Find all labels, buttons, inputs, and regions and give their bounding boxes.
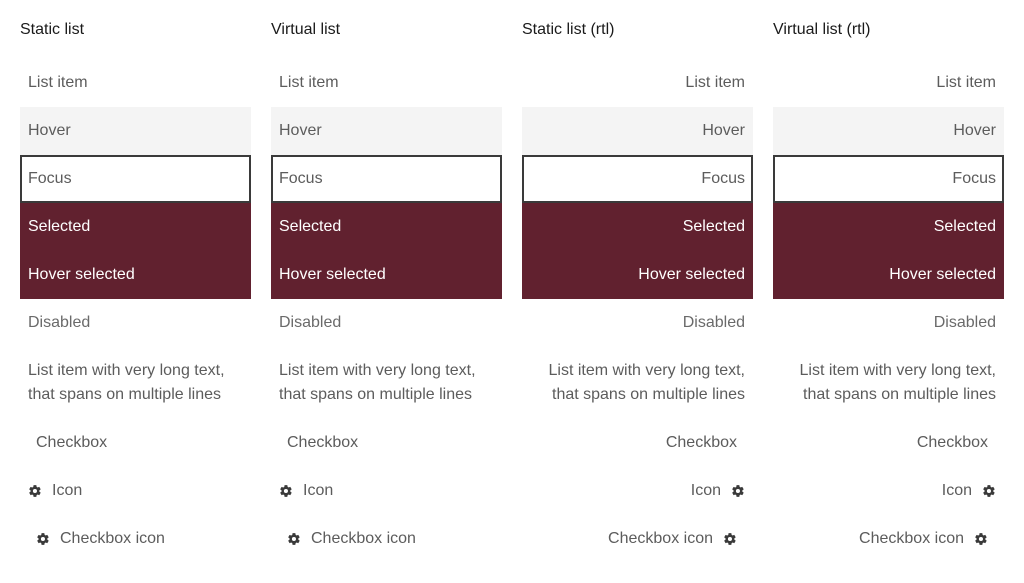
list-item-label: Selected: [279, 218, 342, 235]
list-item-disabled: Disabled: [20, 299, 251, 347]
list-item-label: Hover: [28, 122, 71, 139]
list-item-label: Icon: [303, 482, 334, 499]
list-item-selected[interactable]: Selected: [773, 203, 1004, 251]
gear-icon: [982, 484, 996, 498]
list-item-label: List item: [28, 74, 88, 91]
list-item-label: Focus: [952, 170, 996, 187]
virtual-list-rtl: List item Hover Focus Selected Hover sel…: [773, 59, 1004, 563]
list-item-label: Focus: [701, 170, 745, 187]
list-item-icon[interactable]: Icon: [522, 467, 753, 515]
gear-icon: [36, 532, 50, 546]
list-item-hover-selected[interactable]: Hover selected: [522, 251, 753, 299]
list-item-focus[interactable]: Focus: [271, 155, 502, 203]
column-title: Virtual list: [271, 21, 341, 38]
list-item-multiline[interactable]: List item with very long text, that span…: [20, 347, 251, 419]
list-item-label: List item with very long text, that span…: [799, 362, 996, 403]
list-item-hover[interactable]: Hover: [773, 107, 1004, 155]
list-item-hover[interactable]: Hover: [20, 107, 251, 155]
list-item-label: List item: [936, 74, 996, 91]
list-item-label: Disabled: [682, 314, 745, 331]
gear-icon: [287, 532, 301, 546]
gear-icon: [279, 484, 293, 498]
list-item-label: Checkbox icon: [311, 530, 416, 547]
list-item-label: Checkbox icon: [608, 530, 713, 547]
list-item-selected[interactable]: Selected: [20, 203, 251, 251]
static-list-rtl: List item Hover Focus Selected Hover sel…: [522, 59, 753, 563]
list-item-label: Hover: [953, 122, 996, 139]
list-item-label: Hover selected: [638, 266, 745, 283]
list-item-multiline[interactable]: List item with very long text, that span…: [271, 347, 502, 419]
list-item-label: Checkbox: [916, 434, 988, 451]
list-item-checkbox-icon[interactable]: Checkbox icon: [271, 515, 502, 563]
list-item-hover-selected[interactable]: Hover selected: [20, 251, 251, 299]
list-item-disabled: Disabled: [271, 299, 502, 347]
gear-icon: [731, 484, 745, 498]
list-item-multiline[interactable]: List item with very long text, that span…: [773, 347, 1004, 419]
list-item-label: Checkbox: [287, 434, 359, 451]
list-item-label: Hover selected: [28, 266, 135, 283]
list-item-default[interactable]: List item: [522, 59, 753, 107]
list-item-icon[interactable]: Icon: [773, 467, 1004, 515]
list-item-label: Focus: [279, 170, 323, 187]
list-item-checkbox-icon[interactable]: Checkbox icon: [20, 515, 251, 563]
static-list: List item Hover Focus Selected Hover sel…: [20, 59, 251, 563]
list-item-default[interactable]: List item: [20, 59, 251, 107]
list-item-selected[interactable]: Selected: [522, 203, 753, 251]
list-item-default[interactable]: List item: [773, 59, 1004, 107]
list-item-label: Selected: [682, 218, 745, 235]
gear-icon: [723, 532, 737, 546]
list-item-label: Disabled: [933, 314, 996, 331]
list-item-hover-selected[interactable]: Hover selected: [773, 251, 1004, 299]
list-item-label: Icon: [941, 482, 972, 499]
list-item-hover[interactable]: Hover: [271, 107, 502, 155]
list-item-hover-selected[interactable]: Hover selected: [271, 251, 502, 299]
list-item-label: Icon: [52, 482, 83, 499]
list-item-label: Checkbox icon: [60, 530, 165, 547]
list-item-label: Hover: [702, 122, 745, 139]
list-item-label: Icon: [690, 482, 721, 499]
list-item-checkbox[interactable]: Checkbox: [20, 419, 251, 467]
list-item-multiline[interactable]: List item with very long text, that span…: [522, 347, 753, 419]
list-item-checkbox-icon[interactable]: Checkbox icon: [773, 515, 1004, 563]
list-item-disabled: Disabled: [773, 299, 1004, 347]
list-item-focus[interactable]: Focus: [773, 155, 1004, 203]
list-item-checkbox-icon[interactable]: Checkbox icon: [522, 515, 753, 563]
list-item-label: Checkbox: [36, 434, 108, 451]
list-item-label: Hover: [279, 122, 322, 139]
list-item-label: Selected: [28, 218, 91, 235]
list-item-label: Hover selected: [279, 266, 386, 283]
virtual-list: List item Hover Focus Selected Hover sel…: [271, 59, 502, 563]
list-item-icon[interactable]: Icon: [271, 467, 502, 515]
column-title: Static list: [20, 21, 85, 38]
list-item-disabled: Disabled: [522, 299, 753, 347]
list-item-checkbox[interactable]: Checkbox: [773, 419, 1004, 467]
list-item-icon[interactable]: Icon: [20, 467, 251, 515]
list-item-selected[interactable]: Selected: [271, 203, 502, 251]
list-item-label: Checkbox: [665, 434, 737, 451]
list-item-label: List item with very long text, that span…: [279, 362, 476, 403]
list-item-focus[interactable]: Focus: [522, 155, 753, 203]
list-item-label: Hover selected: [889, 266, 996, 283]
gear-icon: [28, 484, 42, 498]
list-item-hover[interactable]: Hover: [522, 107, 753, 155]
list-item-default[interactable]: List item: [271, 59, 502, 107]
column-title: Virtual list (rtl): [773, 21, 871, 38]
list-item-checkbox[interactable]: Checkbox: [271, 419, 502, 467]
column-title: Static list (rtl): [522, 21, 615, 38]
list-item-label: List item: [685, 74, 745, 91]
list-item-label: Disabled: [28, 314, 91, 331]
gear-icon: [974, 532, 988, 546]
list-item-label: Disabled: [279, 314, 342, 331]
list-item-label: List item with very long text, that span…: [548, 362, 745, 403]
list-item-label: Focus: [28, 170, 72, 187]
list-item-focus[interactable]: Focus: [20, 155, 251, 203]
list-item-label: List item with very long text, that span…: [28, 362, 225, 403]
list-item-label: Checkbox icon: [859, 530, 964, 547]
list-item-label: List item: [279, 74, 339, 91]
list-item-checkbox[interactable]: Checkbox: [522, 419, 753, 467]
list-item-label: Selected: [933, 218, 996, 235]
